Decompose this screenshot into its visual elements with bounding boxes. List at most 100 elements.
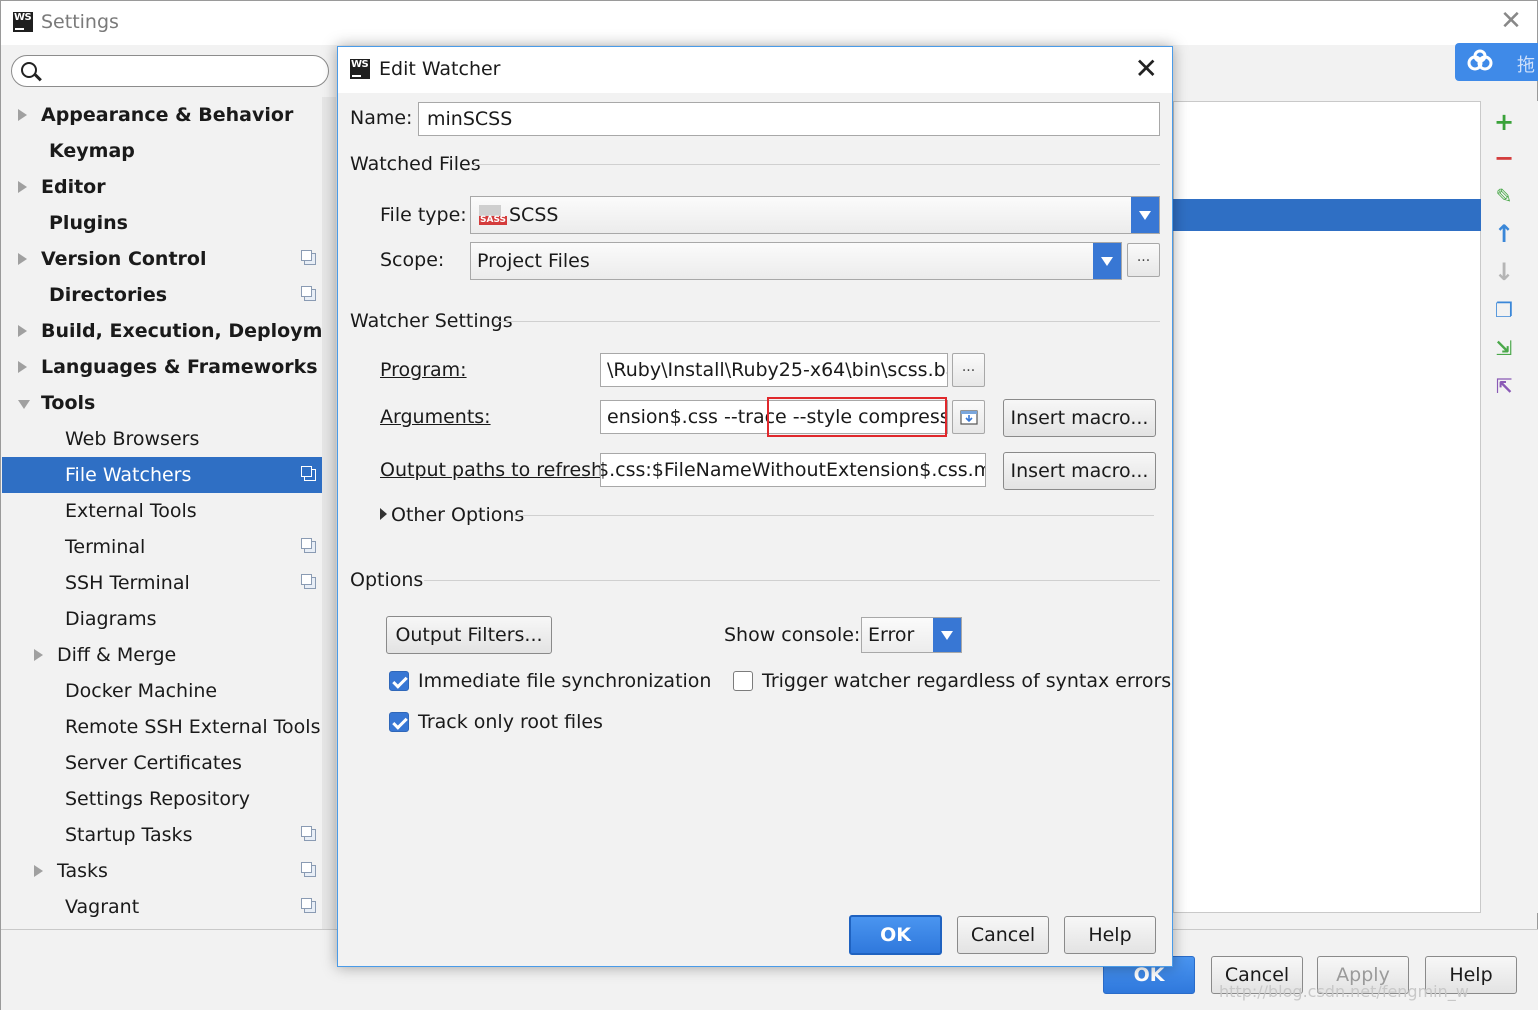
- chevron-right-icon[interactable]: [380, 508, 387, 520]
- add-icon[interactable]: +: [1493, 110, 1515, 134]
- sidebar-item-label: Editor: [41, 176, 106, 198]
- trigger-watcher-checkbox[interactable]: [733, 671, 753, 691]
- sidebar-item[interactable]: Docker Machine: [2, 673, 322, 709]
- chevron-right-icon[interactable]: [18, 253, 27, 265]
- sidebar-item[interactable]: Diff & Merge: [2, 637, 322, 673]
- dialog-ok-button[interactable]: OK: [849, 915, 942, 955]
- close-icon[interactable]: ✕: [1135, 55, 1158, 83]
- immediate-sync-checkbox[interactable]: [389, 671, 409, 691]
- chevron-right-icon[interactable]: [34, 649, 43, 661]
- export-icon[interactable]: ⇱: [1493, 375, 1515, 397]
- chevron-right-icon[interactable]: [18, 361, 27, 373]
- chevron-down-icon[interactable]: [933, 618, 961, 652]
- sidebar-item[interactable]: Appearance & Behavior: [2, 97, 322, 133]
- sidebar-item[interactable]: Keymap: [2, 133, 322, 169]
- file-type-combo[interactable]: SASS SCSS: [470, 196, 1160, 234]
- move-up-icon[interactable]: ↑: [1493, 222, 1515, 246]
- sidebar-item[interactable]: Diagrams: [2, 601, 322, 637]
- close-icon[interactable]: ✕: [1499, 8, 1523, 34]
- arguments-label: Arguments:: [380, 406, 491, 428]
- chevron-right-icon[interactable]: [18, 109, 27, 121]
- watermark: http://blog.csdn.net/fengmin_w: [1219, 982, 1469, 1001]
- search-input[interactable]: [11, 55, 329, 87]
- sidebar-item[interactable]: Languages & Frameworks: [2, 349, 322, 385]
- sidebar-item[interactable]: Terminal: [2, 529, 322, 565]
- chevron-down-icon[interactable]: [1093, 243, 1121, 279]
- move-down-icon[interactable]: ↓: [1493, 260, 1515, 284]
- dialog-titlebar: WS Edit Watcher ✕: [338, 47, 1172, 93]
- expand-field-icon: [959, 410, 978, 425]
- sidebar-item-label: Tasks: [57, 860, 108, 882]
- cloud-text: 拖: [1517, 55, 1535, 76]
- sidebar-item-label: Version Control: [41, 248, 207, 270]
- sidebar-item[interactable]: File Watchers: [2, 457, 322, 493]
- trigger-watcher-label: Trigger watcher regardless of syntax err…: [762, 670, 1172, 692]
- track-root-checkbox[interactable]: [389, 712, 409, 732]
- sidebar-item-label: SSH Terminal: [65, 572, 190, 594]
- sidebar-item[interactable]: Settings Repository: [2, 781, 322, 817]
- sidebar-item[interactable]: Vagrant: [2, 889, 322, 925]
- sidebar-item[interactable]: Server Certificates: [2, 745, 322, 781]
- sidebar-item-label: Plugins: [49, 212, 128, 234]
- edit-icon[interactable]: ✎: [1493, 185, 1515, 207]
- settings-sidebar: Appearance & Behavior Keymap Editor Plugins…: [2, 97, 322, 929]
- arguments-insert-macro-button[interactable]: Insert macro...: [1003, 399, 1156, 437]
- project-level-icon: [301, 898, 316, 913]
- dialog-help-button[interactable]: Help: [1064, 916, 1156, 954]
- sidebar-item-label: Docker Machine: [65, 680, 218, 702]
- annotation-highlight-box: [767, 397, 947, 437]
- sidebar-item[interactable]: Tools: [2, 385, 322, 421]
- other-options-toggle[interactable]: Other Options: [391, 504, 524, 526]
- sidebar-item[interactable]: Tasks: [2, 853, 322, 889]
- sidebar-item[interactable]: Remote SSH External Tools: [2, 709, 322, 745]
- search-icon: [21, 62, 37, 78]
- chevron-down-icon[interactable]: [18, 400, 30, 409]
- copy-icon[interactable]: ❐: [1493, 299, 1515, 321]
- sass-file-icon: SASS: [479, 205, 508, 225]
- chevron-right-icon[interactable]: [18, 181, 27, 193]
- show-console-label: Show console:: [724, 624, 861, 646]
- sidebar-item-label: File Watchers: [65, 464, 192, 486]
- project-level-icon: [301, 286, 316, 301]
- sidebar-item-label: Terminal: [65, 536, 146, 558]
- sidebar-item-label: Vagrant: [65, 896, 140, 918]
- sidebar-item[interactable]: Version Control: [2, 241, 322, 277]
- sidebar-item[interactable]: Web Browsers: [2, 421, 322, 457]
- chevron-down-icon[interactable]: [1131, 197, 1159, 233]
- edit-watcher-dialog: WS Edit Watcher ✕ Name: minSCSS Watched …: [337, 46, 1173, 967]
- output-insert-macro-button[interactable]: Insert macro...: [1003, 452, 1156, 490]
- project-level-icon: [301, 538, 316, 553]
- dialog-cancel-button[interactable]: Cancel: [957, 916, 1049, 954]
- output-paths-label: Output paths to refresh:: [380, 459, 610, 481]
- sidebar-item-label: Server Certificates: [65, 752, 242, 774]
- sidebar-item[interactable]: Directories: [2, 277, 322, 313]
- scope-combo[interactable]: Project Files: [470, 242, 1122, 280]
- chevron-right-icon[interactable]: [34, 865, 43, 877]
- chevron-right-icon[interactable]: [18, 325, 27, 337]
- sidebar-item[interactable]: SSH Terminal: [2, 565, 322, 601]
- sidebar-item[interactable]: Build, Execution, Deployment: [2, 313, 322, 349]
- sidebar-scrollbar[interactable]: [322, 97, 336, 929]
- output-filters-button[interactable]: Output Filters...: [386, 616, 552, 654]
- file-watchers-selected-row[interactable]: [1173, 199, 1481, 231]
- sidebar-item-label: Web Browsers: [65, 428, 200, 450]
- scope-label: Scope:: [380, 249, 445, 271]
- project-level-icon: [301, 826, 316, 841]
- arguments-value-start: ension$.css --trace: [607, 406, 793, 428]
- sidebar-item[interactable]: Startup Tasks: [2, 817, 322, 853]
- immediate-sync-label: Immediate file synchronization: [418, 670, 712, 692]
- remove-icon[interactable]: −: [1493, 146, 1515, 170]
- program-browse-button[interactable]: ...: [952, 353, 985, 387]
- program-field[interactable]: \Ruby\Install\Ruby25-x64\bin\scss.bat: [600, 353, 948, 387]
- import-icon[interactable]: ⇲: [1493, 337, 1515, 359]
- output-paths-field[interactable]: $.css:$FileNameWithoutExtension$.css.map: [600, 453, 986, 487]
- arguments-expand-button[interactable]: [952, 400, 985, 434]
- name-field[interactable]: minSCSS: [418, 102, 1160, 136]
- cloud-badge[interactable]: 拖: [1455, 43, 1538, 81]
- sidebar-item[interactable]: Editor: [2, 169, 322, 205]
- show-console-value: Error: [868, 624, 915, 646]
- show-console-combo[interactable]: Error: [861, 617, 962, 653]
- scope-browse-button[interactable]: ...: [1127, 243, 1160, 277]
- sidebar-item[interactable]: External Tools: [2, 493, 322, 529]
- sidebar-item[interactable]: Plugins: [2, 205, 322, 241]
